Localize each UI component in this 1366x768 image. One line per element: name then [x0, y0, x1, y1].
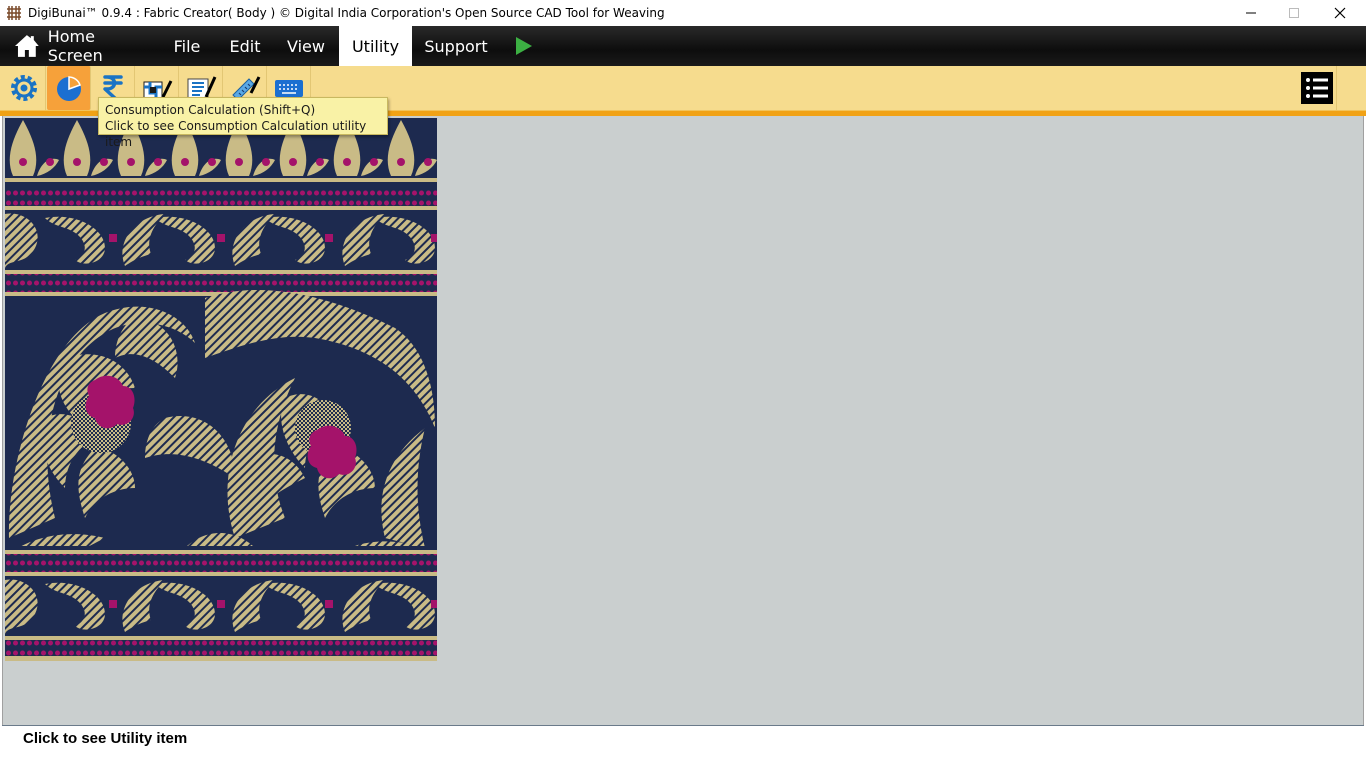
consumption-calculation-icon: [56, 76, 81, 101]
status-message: Click to see Utility item: [23, 730, 188, 747]
menu-utility[interactable]: Utility: [339, 26, 412, 66]
design-workspace[interactable]: [2, 116, 1364, 725]
home-icon: [14, 35, 39, 57]
list-menu-icon: [1300, 72, 1333, 104]
title-bar: DigiBunai™ 0.9.4 : Fabric Creator( Body …: [0, 0, 1366, 26]
close-button[interactable]: [1317, 0, 1363, 26]
menu-home-label: Home Screen: [47, 27, 103, 65]
tooltip-title: Consumption Calculation (Shift+Q): [105, 103, 316, 117]
close-icon: [1334, 7, 1346, 19]
menu-file[interactable]: File: [164, 26, 210, 66]
play-icon: [516, 37, 532, 55]
minimize-button[interactable]: [1228, 0, 1274, 26]
tooltip: Consumption Calculation (Shift+Q) Click …: [98, 97, 388, 149]
status-bar: Click to see Utility item: [2, 725, 1364, 768]
fabric-design-canvas[interactable]: [5, 118, 437, 661]
menu-home-screen[interactable]: Home Screen: [14, 26, 154, 66]
menu-view[interactable]: View: [280, 26, 332, 66]
maximize-icon: [1289, 8, 1299, 18]
maximize-button[interactable]: [1271, 0, 1317, 26]
menu-bar: Home Screen File Edit View Utility Suppo…: [0, 26, 1366, 66]
settings-tool-button[interactable]: [2, 66, 46, 110]
app-logo-icon: [6, 5, 22, 21]
consumption-calculation-button[interactable]: [47, 66, 91, 110]
minimize-icon: [1246, 12, 1256, 14]
settings-icon: [10, 75, 37, 101]
run-button[interactable]: [510, 26, 538, 66]
window-title: DigiBunai™ 0.9.4 : Fabric Creator( Body …: [28, 6, 665, 20]
tooltip-description: Click to see Consumption Calculation uti…: [105, 119, 367, 149]
menu-edit[interactable]: Edit: [222, 26, 268, 66]
menu-support[interactable]: Support: [420, 26, 492, 66]
list-menu-button[interactable]: [1297, 66, 1337, 110]
